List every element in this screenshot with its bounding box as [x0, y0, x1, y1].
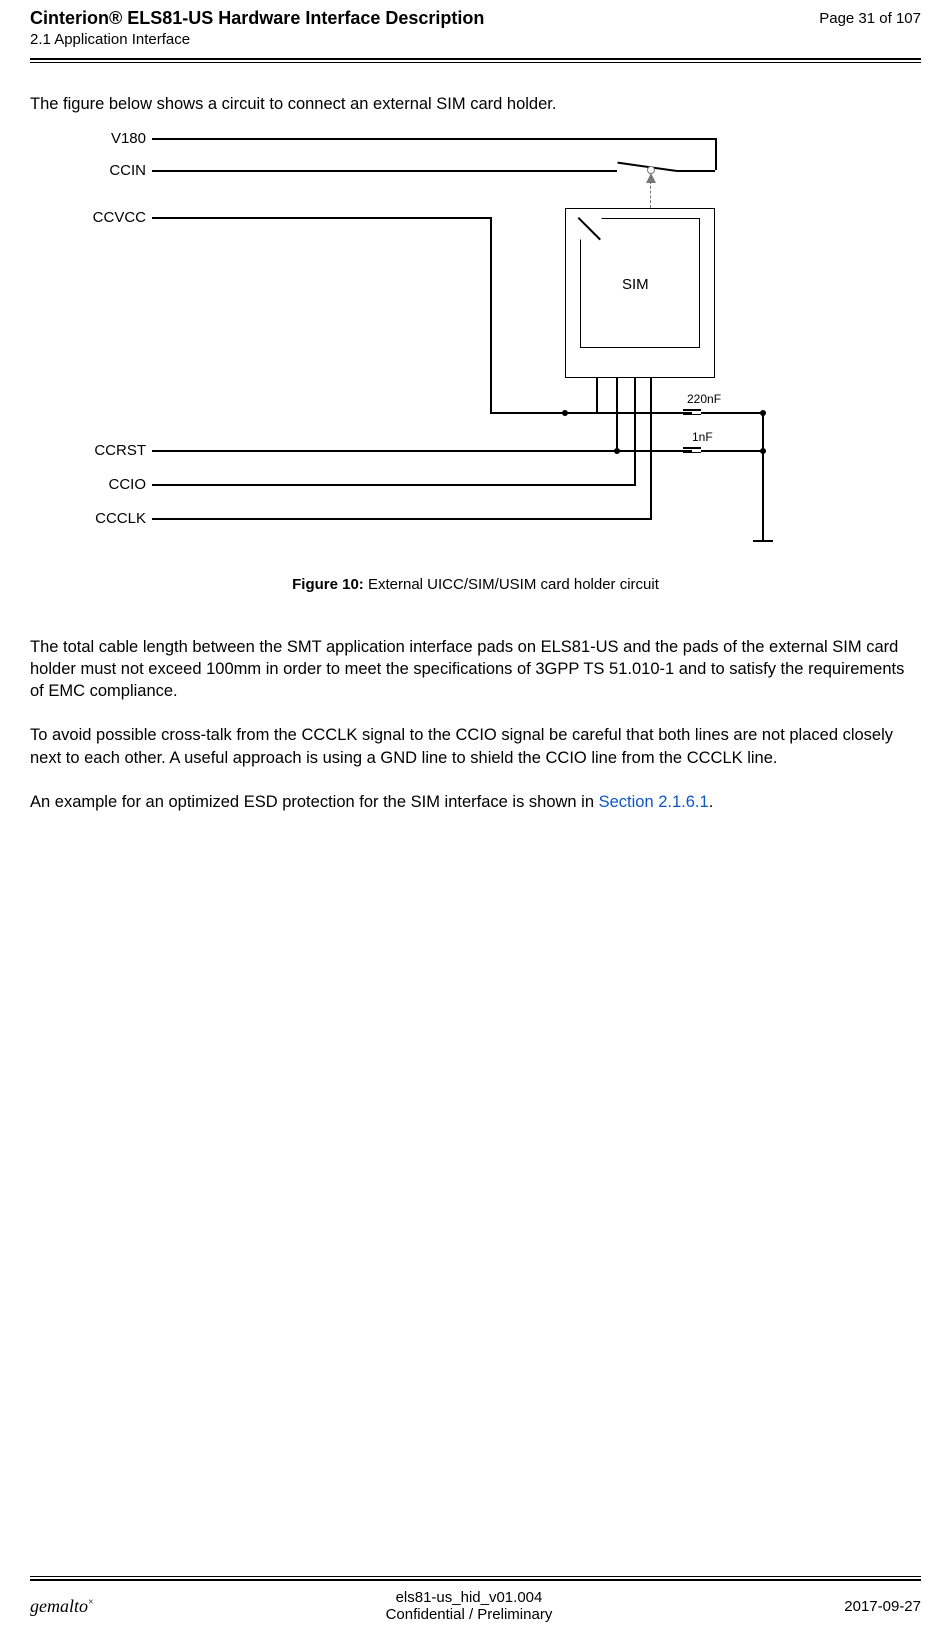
wire-v180-down — [715, 138, 717, 170]
ground-bar — [753, 540, 773, 542]
wire-cap2-right — [701, 450, 763, 452]
cap1-label: 220nF — [687, 391, 721, 407]
node-ccvcc — [562, 410, 568, 416]
doc-id: els81-us_hid_v01.004 — [94, 1589, 845, 1606]
footer: gemalto× els81-us_hid_v01.004 Confidenti… — [30, 1576, 921, 1623]
cap-1nf-icon — [683, 447, 701, 453]
figure-caption-text: External UICC/SIM/USIM card holder circu… — [368, 576, 659, 593]
wire-ccclk — [152, 518, 652, 520]
footer-date: 2017-09-27 — [844, 1598, 921, 1615]
wire-ccio-up — [634, 378, 636, 485]
header-rule-thick — [30, 58, 921, 60]
paragraph-1: The total cable length between the SMT a… — [30, 636, 921, 703]
footer-rule-thick — [30, 1579, 921, 1581]
wire-ccclk-up — [650, 378, 652, 519]
p3-pre: An example for an optimized ESD protecti… — [30, 793, 599, 811]
doc-title: Cinterion® ELS81-US Hardware Interface D… — [30, 8, 484, 29]
doc-subtitle: 2.1 Application Interface — [30, 31, 484, 48]
label-ccvcc: CCVCC — [66, 208, 146, 228]
page-number: Page 31 of 107 — [819, 10, 921, 27]
header: Cinterion® ELS81-US Hardware Interface D… — [0, 0, 951, 52]
confidentiality: Confidential / Preliminary — [94, 1606, 845, 1623]
switch-arrow-icon — [646, 173, 656, 183]
wire-cap1-h — [565, 412, 692, 414]
paragraph-3: An example for an optimized ESD protecti… — [30, 791, 921, 813]
wire-cap2-h — [616, 450, 692, 452]
content: The figure below shows a circuit to conn… — [0, 63, 951, 813]
wire-v180 — [152, 138, 715, 140]
p3-post: . — [709, 793, 714, 811]
section-link[interactable]: Section 2.1.6.1 — [599, 793, 709, 811]
label-ccrst: CCRST — [66, 441, 146, 461]
label-ccin: CCIN — [66, 161, 146, 181]
wire-ccrst-up — [616, 378, 618, 451]
intro-text: The figure below shows a circuit to conn… — [30, 93, 921, 115]
switch-contact-icon — [647, 166, 655, 174]
wire-ccvcc — [152, 217, 490, 219]
label-ccio: CCIO — [66, 475, 146, 495]
label-v180: V180 — [66, 129, 146, 149]
cap2-label: 1nF — [692, 429, 713, 445]
wire-ccvcc-down — [490, 217, 492, 412]
wire-ccvcc-up — [596, 378, 598, 413]
wire-ccio — [152, 484, 636, 486]
brand-logo: gemalto× — [30, 1596, 94, 1617]
label-ccclk: CCCLK — [66, 509, 146, 529]
sim-label: SIM — [622, 275, 649, 295]
wire-cap1-right — [701, 412, 763, 414]
circuit-figure: V180 CCIN CCVCC CCRST CCIO CCCLK SIM — [30, 133, 921, 563]
wire-ccrst — [152, 450, 618, 452]
wire-ccin-left — [152, 170, 617, 172]
footer-rule-thin — [30, 1576, 921, 1577]
figure-caption: Figure 10: External UICC/SIM/USIM card h… — [30, 575, 921, 595]
node-ccrst — [614, 448, 620, 454]
paragraph-2: To avoid possible cross-talk from the CC… — [30, 724, 921, 769]
wire-ground-down — [762, 412, 764, 540]
wire-ccin-right — [677, 170, 715, 172]
node-cap1-junction — [760, 410, 766, 416]
cap-220nf-icon — [683, 409, 701, 415]
figure-label: Figure 10: — [292, 576, 364, 593]
switch-dashed-link — [650, 181, 651, 208]
